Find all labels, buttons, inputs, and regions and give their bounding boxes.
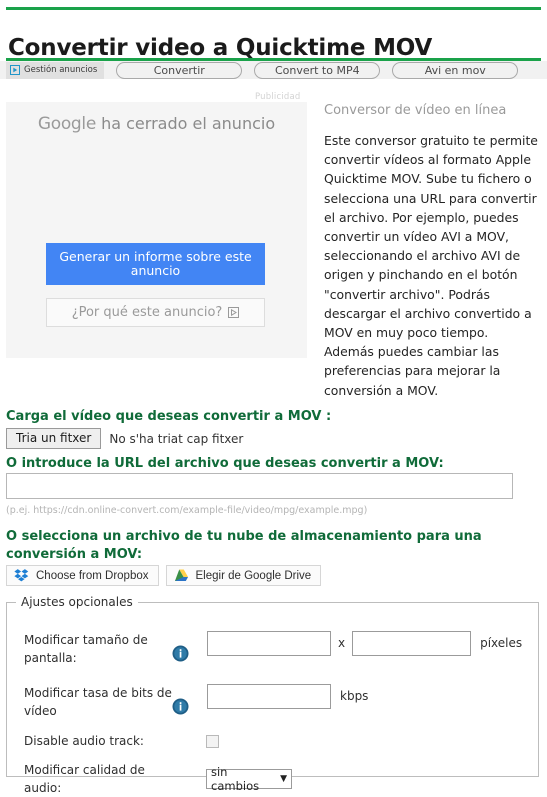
google-drive-icon (174, 568, 189, 583)
upload-heading: Carga el vídeo que deseas convertir a MO… (6, 409, 332, 424)
video-bitrate-unit: kbps (340, 689, 369, 703)
audio-quality-selected-value: sin cambios (211, 765, 260, 793)
dropbox-button-label: Choose from Dropbox (36, 569, 149, 582)
nav-pill-convert-to-mp4[interactable]: Convert to MP4 (254, 61, 381, 79)
url-heading: O introduce la URL del archivo que desea… (6, 456, 444, 471)
chevron-down-icon: ▼ (280, 774, 287, 784)
play-triangle-icon-small (228, 307, 240, 318)
screen-size-unit: píxeles (480, 636, 523, 650)
sidebar-body-text: Este conversor gratuito te permite conve… (324, 133, 538, 398)
setting-row-video-bitrate: Modificar tasa de bits de vídeo kbps (24, 684, 534, 720)
optional-settings-legend: Ajustes opcionales (16, 595, 138, 609)
nav-badge-label: Gestión anuncios (24, 65, 98, 75)
dropbox-icon (14, 568, 29, 583)
nav-bar: Gestión anuncios Convertir Convert to MP… (0, 61, 547, 79)
screen-width-input[interactable] (207, 631, 331, 656)
url-hint-text: (p.ej. https://cdn.online-convert.com/ex… (6, 505, 368, 516)
page-root: Convertir video a Quicktime MOV Gestión … (0, 0, 547, 795)
screen-size-separator: x (338, 636, 346, 650)
sidebar-title: Conversor de vídeo en línea (324, 103, 507, 118)
advert-panel: Google ha cerrado el anuncio Generar un … (6, 102, 307, 358)
setting-row-audio-quality: Modificar calidad de audio: sin cambios … (24, 761, 534, 797)
disable-audio-label: Disable audio track: (24, 734, 144, 748)
top-green-rule (6, 7, 541, 10)
file-status-text: No s'ha triat cap fitxer (109, 431, 244, 446)
nav-pill-convertir[interactable]: Convertir (116, 61, 243, 79)
drive-button-label: Elegir de Google Drive (195, 569, 312, 582)
video-bitrate-label: Modificar tasa de bits de vídeo (24, 686, 172, 718)
setting-row-screen-size: Modificar tamaño de pantalla: x píxeles (24, 631, 534, 667)
advert-headline-rest: ha cerrado el anuncio (96, 114, 276, 133)
url-input[interactable] (6, 473, 513, 499)
audio-quality-label: Modificar calidad de audio: (24, 763, 145, 795)
screen-height-input[interactable] (352, 631, 472, 656)
advert-headline: Google ha cerrado el anuncio (6, 114, 307, 134)
choose-file-button[interactable]: Tria un fitxer (6, 428, 102, 449)
nav-badge-ad-management[interactable]: Gestión anuncios (6, 61, 105, 79)
screen-size-label: Modificar tamaño de pantalla: (24, 633, 148, 665)
setting-row-disable-audio: Disable audio track: (24, 732, 534, 750)
choose-from-google-drive-button[interactable]: Elegir de Google Drive (165, 565, 322, 586)
advert-brand: Google (37, 114, 97, 134)
play-triangle-icon (10, 65, 20, 75)
nav-pill-avi-en-mov[interactable]: Avi en mov (392, 61, 519, 79)
disable-audio-checkbox[interactable] (206, 734, 219, 748)
advert-report-button[interactable]: Generar un informe sobre este anuncio (46, 243, 265, 285)
audio-quality-select[interactable]: sin cambios ▼ (206, 765, 292, 793)
advert-label: Publicidad (255, 92, 301, 102)
advert-why-button[interactable]: ¿Por qué este anuncio? (46, 298, 265, 327)
info-icon[interactable] (172, 698, 189, 715)
cloud-heading: O selecciona un archivo de tu nube de al… (6, 529, 482, 562)
choose-from-dropbox-button[interactable]: Choose from Dropbox (6, 565, 159, 586)
advert-why-label: ¿Por qué este anuncio? (71, 305, 223, 320)
cloud-buttons-row: Choose from Dropbox Elegir de Google Dri… (6, 565, 322, 586)
video-bitrate-input[interactable] (207, 684, 331, 709)
info-icon[interactable] (172, 645, 189, 662)
file-picker-row: Tria un fitxer No s'ha triat cap fitxer (6, 428, 243, 449)
